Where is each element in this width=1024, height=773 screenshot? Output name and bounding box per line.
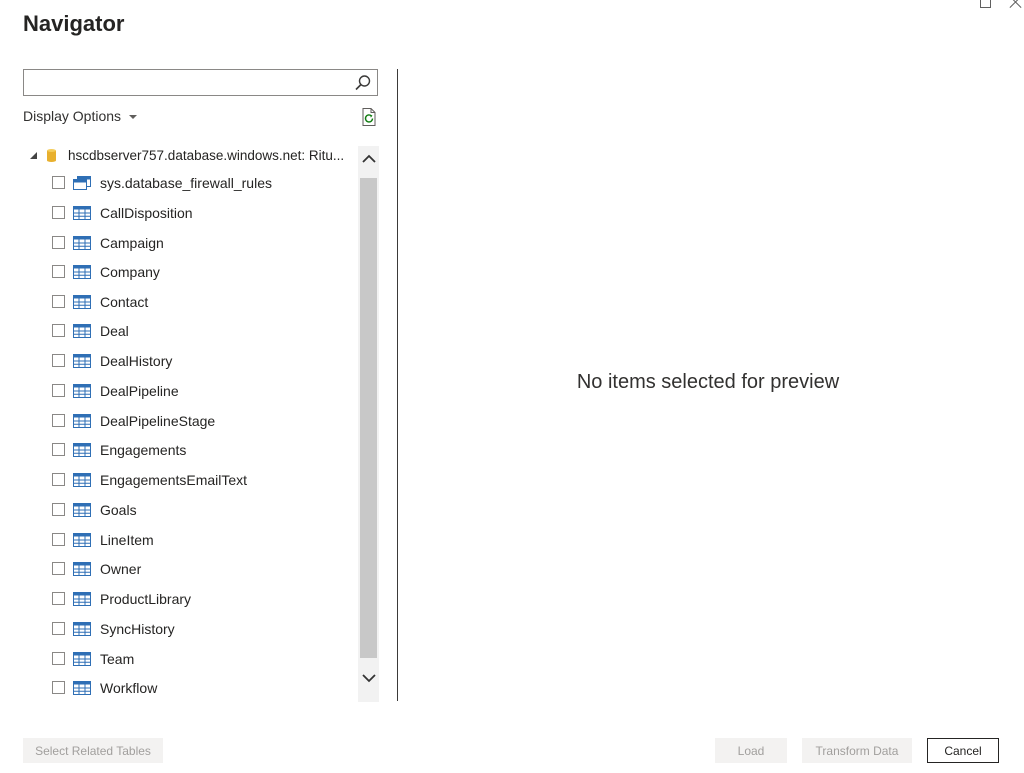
table-icon: [73, 413, 91, 428]
table-icon: [73, 502, 91, 517]
maximize-icon[interactable]: [978, 0, 994, 11]
tree-item-label: Deal: [100, 322, 129, 339]
tree-item-productlibrary[interactable]: ProductLibrary: [52, 584, 191, 613]
transform-data-button[interactable]: Transform Data: [802, 738, 912, 763]
item-checkbox[interactable]: [52, 384, 65, 397]
tree-item-goals[interactable]: Goals: [52, 495, 137, 524]
table-icon: [73, 591, 91, 606]
display-options-label: Display Options: [23, 108, 122, 124]
item-checkbox[interactable]: [52, 354, 65, 367]
expand-icon[interactable]: [30, 151, 37, 159]
item-checkbox[interactable]: [52, 622, 65, 635]
database-icon: [47, 148, 56, 162]
table-icon: [73, 294, 91, 309]
scroll-thumb[interactable]: [360, 178, 377, 658]
tree-item-label: ProductLibrary: [100, 590, 192, 607]
item-checkbox[interactable]: [52, 443, 65, 456]
close-icon[interactable]: [1008, 0, 1024, 10]
tree-item-dealpipelinestage[interactable]: DealPipelineStage: [52, 406, 215, 435]
search-input[interactable]: [24, 70, 356, 95]
tree-item-deal[interactable]: Deal: [52, 316, 129, 345]
search-box[interactable]: [23, 69, 378, 96]
tree-item-engagementsemailtext[interactable]: EngagementsEmailText: [52, 465, 247, 494]
item-checkbox[interactable]: [52, 265, 65, 278]
load-button[interactable]: Load: [715, 738, 787, 763]
item-checkbox[interactable]: [52, 414, 65, 427]
item-checkbox[interactable]: [52, 592, 65, 605]
tree-item-label: Team: [100, 650, 135, 667]
table-icon: [73, 353, 91, 368]
table-icon: [73, 323, 91, 338]
tree-item-label: DealPipeline: [100, 382, 179, 399]
item-checkbox[interactable]: [52, 681, 65, 694]
table-icon: [73, 442, 91, 457]
table-icon: [73, 264, 91, 279]
table-icon: [73, 472, 91, 487]
window-controls: [978, 0, 1024, 10]
tree-item-synchistory[interactable]: SyncHistory: [52, 614, 175, 643]
item-checkbox[interactable]: [52, 533, 65, 546]
tree-item-label: sys.database_firewall_rules: [100, 174, 272, 191]
table-icon: [73, 621, 91, 636]
table-icon: [73, 205, 91, 220]
tree-item-label: DealPipelineStage: [100, 412, 216, 429]
chevron-down-icon: [361, 673, 376, 682]
item-checkbox[interactable]: [52, 503, 65, 516]
tree-item-label: CallDisposition: [100, 204, 193, 221]
preview-empty-message: No items selected for preview: [576, 371, 840, 393]
item-checkbox[interactable]: [52, 206, 65, 219]
tree-root-server[interactable]: hscdbserver757.database.windows.net: Rit…: [23, 140, 344, 170]
table-icon: [73, 383, 91, 398]
tree-item-label: DealHistory: [100, 352, 173, 369]
tree-item-label: Engagements: [100, 441, 187, 458]
table-icon: [73, 532, 91, 547]
chevron-up-icon: [361, 154, 376, 163]
tree-item-owner[interactable]: Owner: [52, 554, 141, 583]
item-checkbox[interactable]: [52, 324, 65, 337]
select-related-tables-button[interactable]: Select Related Tables: [23, 738, 163, 763]
tree-item-label: EngagementsEmailText: [100, 471, 248, 488]
scroll-up-button[interactable]: [358, 146, 379, 170]
tree-item-calldisposition[interactable]: CallDisposition: [52, 198, 193, 227]
item-checkbox[interactable]: [52, 236, 65, 249]
tree-item-contact[interactable]: Contact: [52, 287, 148, 316]
tree-item-campaign[interactable]: Campaign: [52, 228, 164, 257]
item-checkbox[interactable]: [52, 176, 65, 189]
tree-item-dealhistory[interactable]: DealHistory: [52, 346, 172, 375]
tree-item-label: Goals: [100, 501, 137, 518]
tree-item-company[interactable]: Company: [52, 257, 160, 286]
tree-item-team[interactable]: Team: [52, 644, 134, 673]
item-checkbox[interactable]: [52, 473, 65, 486]
tree-item-label: Workflow: [100, 679, 158, 696]
search-icon[interactable]: [354, 74, 372, 92]
tree-item-label: Campaign: [100, 234, 164, 251]
table-icon: [73, 680, 91, 695]
tree-item-label: SyncHistory: [100, 620, 175, 637]
tree-item-engagements[interactable]: Engagements: [52, 435, 186, 464]
page-title: Navigator: [23, 11, 125, 36]
table-icon: [73, 235, 91, 250]
display-options-dropdown[interactable]: Display Options: [23, 108, 138, 124]
tree-item-workflow[interactable]: Workflow: [52, 673, 157, 702]
table-icon: [73, 651, 91, 666]
tree-item-dealpipeline[interactable]: DealPipeline: [52, 376, 179, 405]
tree-item-sys-database-firewall-rules[interactable]: sys.database_firewall_rules: [52, 168, 272, 197]
scroll-down-button[interactable]: [358, 666, 379, 690]
item-checkbox[interactable]: [52, 652, 65, 665]
table-icon: [73, 561, 91, 576]
tree-item-label: LineItem: [100, 531, 154, 548]
tree-scrollbar[interactable]: [358, 146, 379, 702]
chevron-down-icon: [129, 114, 138, 119]
tree-root-label: hscdbserver757.database.windows.net: Rit…: [68, 147, 345, 163]
navigator-tree: hscdbserver757.database.windows.net: Rit…: [23, 140, 357, 702]
tree-item-label: Company: [100, 263, 160, 280]
item-checkbox[interactable]: [52, 295, 65, 308]
refresh-icon[interactable]: [359, 107, 379, 127]
view-icon: [73, 175, 91, 190]
tree-item-lineitem[interactable]: LineItem: [52, 525, 154, 554]
cancel-button[interactable]: Cancel: [927, 738, 999, 763]
tree-item-label: Owner: [100, 560, 142, 577]
tree-item-label: Contact: [100, 293, 149, 310]
item-checkbox[interactable]: [52, 562, 65, 575]
